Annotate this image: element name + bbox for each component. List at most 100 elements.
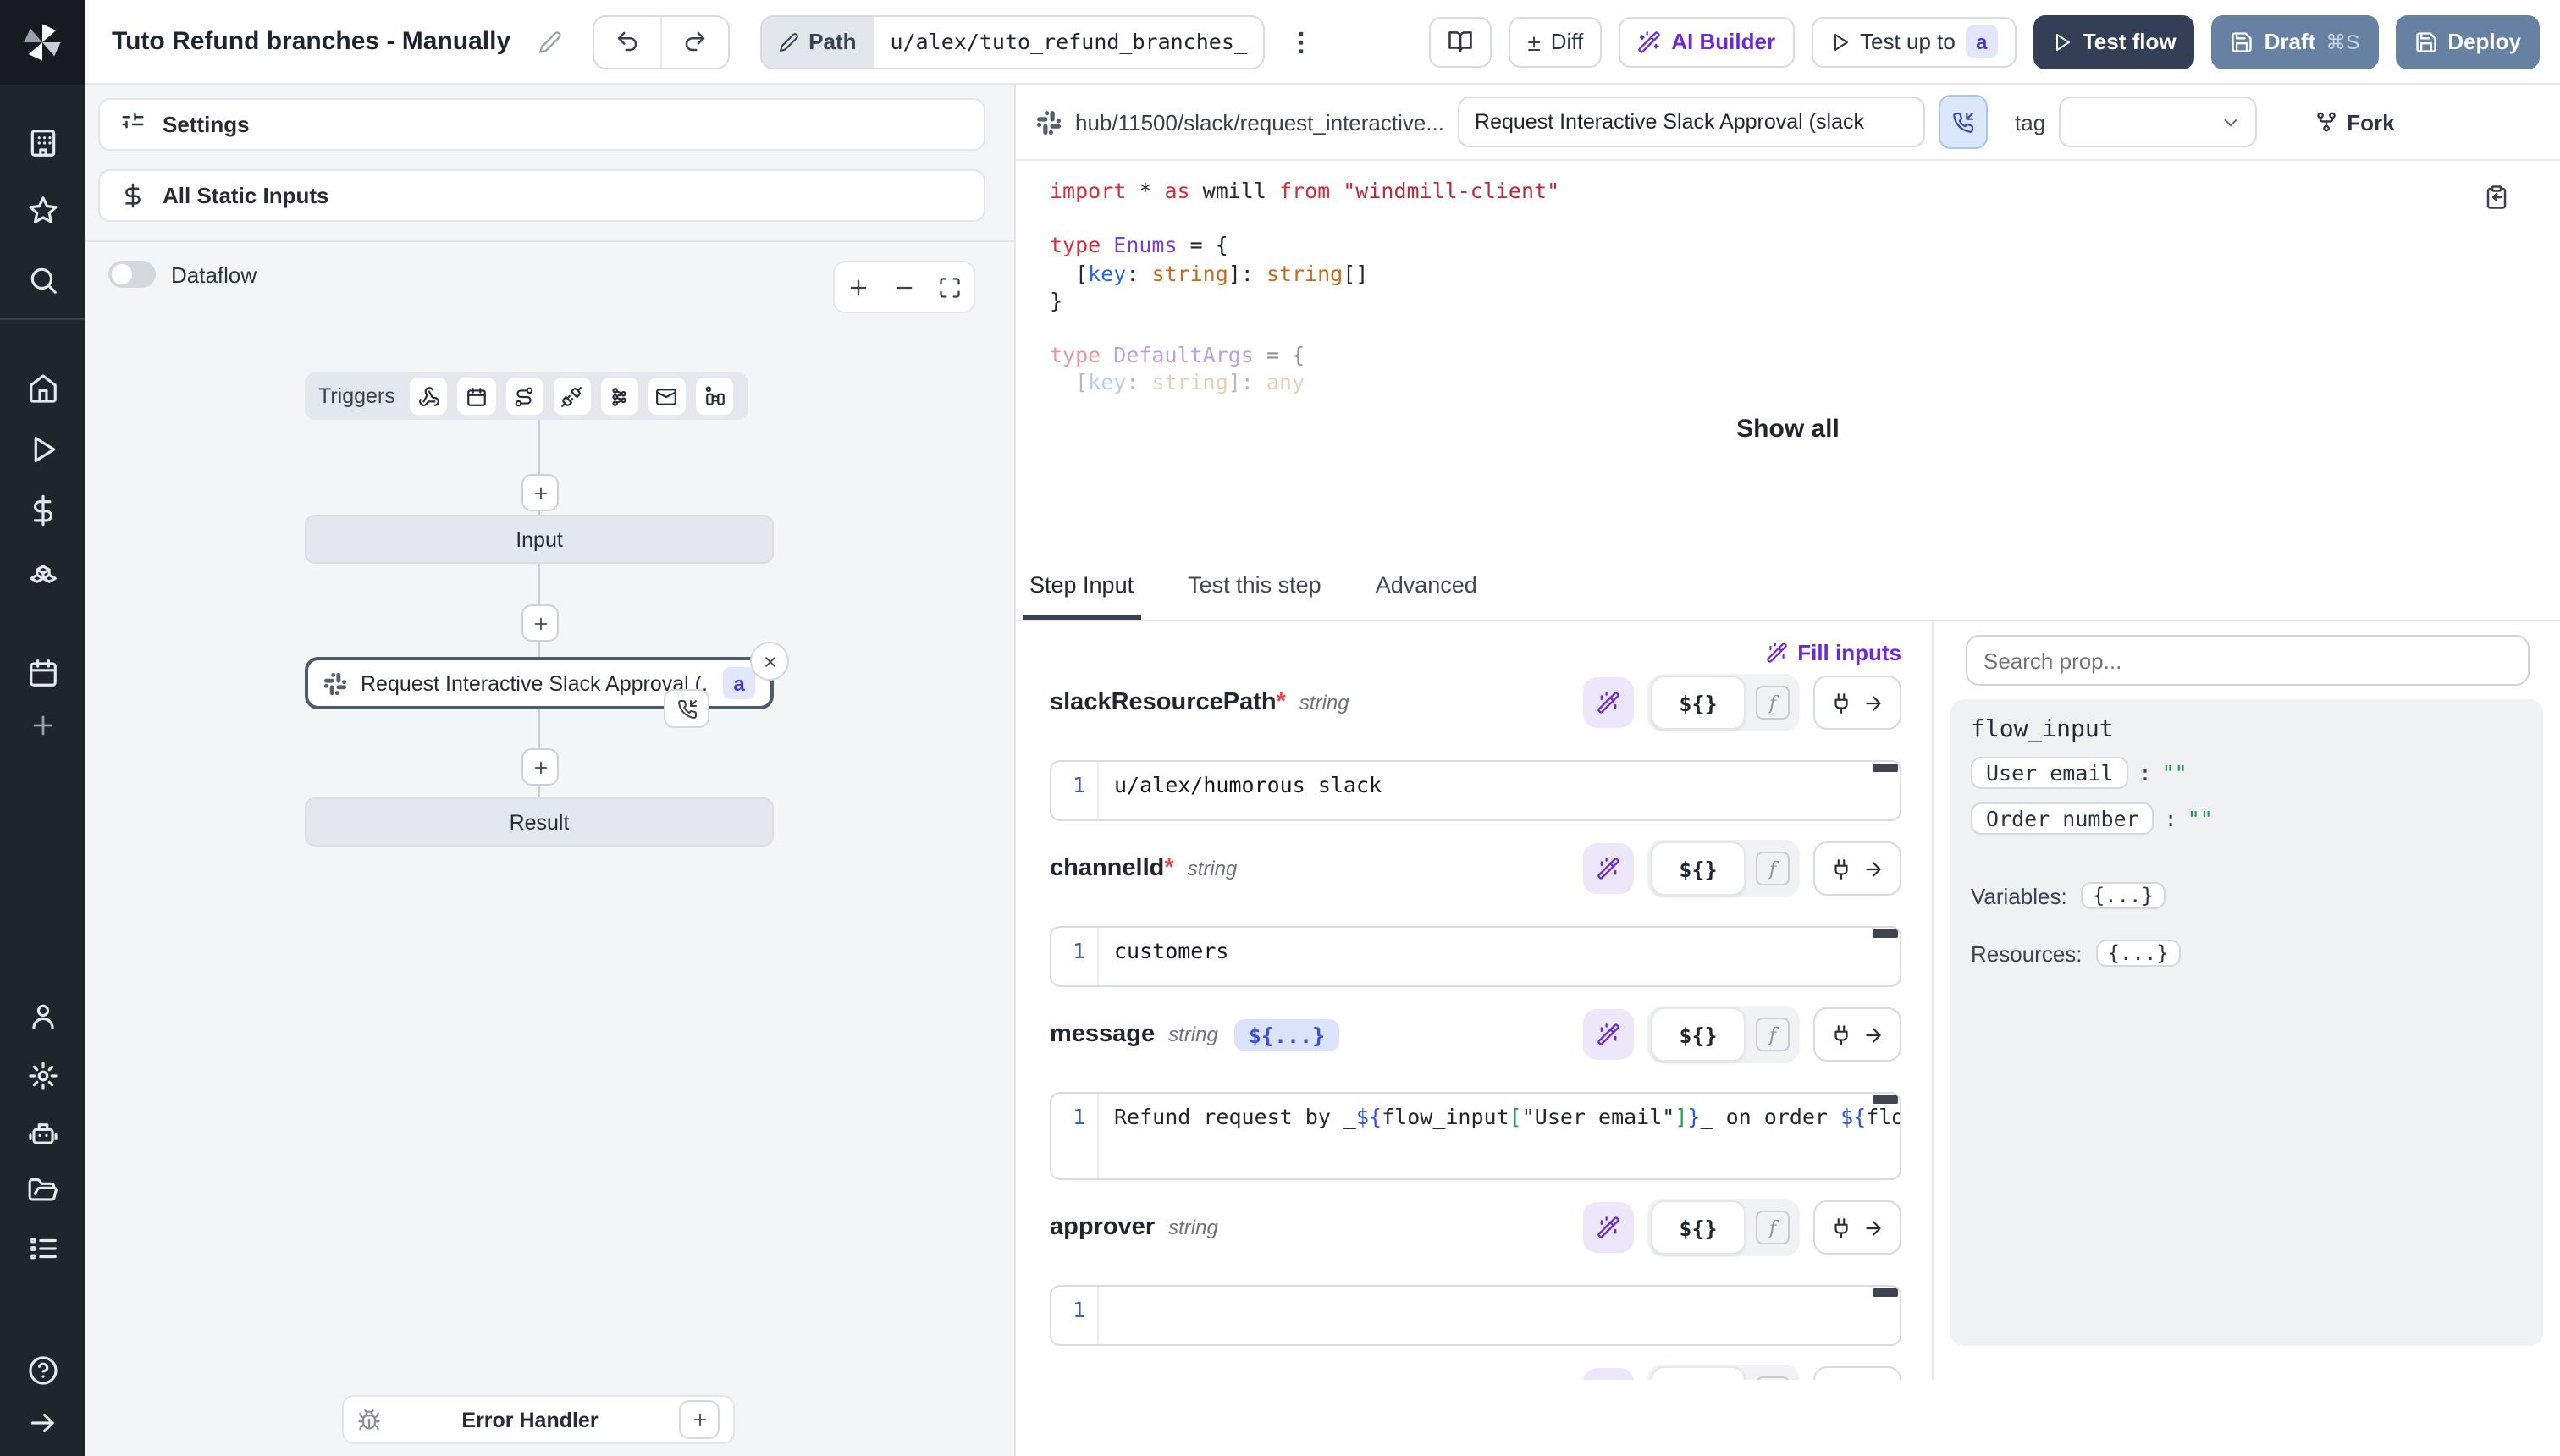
function-mode-icon[interactable]: f [1756,686,1790,720]
audit-logs-icon[interactable] [0,1227,85,1268]
hub-script-path[interactable]: hub/11500/slack/request_interactive... [1075,109,1444,135]
template-badge[interactable]: ${...} [1235,1018,1338,1051]
dataflow-toggle[interactable] [108,261,156,288]
field-editor-approver[interactable]: 1 [1050,1285,1901,1346]
field-editor-channelId[interactable]: 1 customers [1050,926,1901,987]
approval-phone-icon[interactable] [664,689,709,728]
variables-expand-chip[interactable]: {...} [2081,882,2166,909]
connect-result-button[interactable] [1813,841,1901,896]
add-menu-icon[interactable] [0,704,85,745]
add-step-button[interactable] [521,604,559,642]
tag-select[interactable] [2059,97,2257,147]
connect-result-button[interactable] [1813,1007,1901,1062]
add-error-handler-icon[interactable] [679,1400,720,1439]
fill-inputs-button[interactable]: Fill inputs [1050,631,1901,672]
field-editor-slackResourcePath[interactable]: 1 u/alex/humorous_slack [1050,760,1901,821]
diff-button[interactable]: ±Diff [1509,16,1602,67]
workers-robot-icon[interactable] [0,1112,85,1153]
path-field[interactable]: Path u/alex/tuto_refund_branches_ [759,14,1266,69]
function-mode-icon[interactable]: f [1756,852,1790,885]
tab-advanced[interactable]: Advanced [1372,572,1481,620]
resources-icon[interactable] [0,552,85,593]
deploy-button[interactable]: Deploy [2395,14,2540,69]
expand-sidebar-icon[interactable] [0,1402,85,1442]
webhook-trigger-icon[interactable] [409,376,450,416]
connect-result-button[interactable] [1813,1366,1901,1380]
function-mode-icon[interactable]: f [1756,1211,1790,1244]
docs-button[interactable] [1429,16,1492,67]
function-mode-icon[interactable]: f [1756,1018,1790,1051]
triggers-node[interactable]: Triggers [305,372,748,420]
path-value[interactable]: u/alex/tuto_refund_branches_ [874,16,1264,67]
variables-icon[interactable] [0,489,85,530]
schedules-icon[interactable] [0,652,85,692]
ai-fill-icon[interactable] [1583,1368,1634,1380]
search-icon[interactable] [0,259,85,300]
slack-approval-step-node[interactable]: Request Interactive Slack Approval (... … [305,657,774,709]
tab-step-input[interactable]: Step Input [1026,572,1137,620]
fork-button[interactable]: Fork [2314,109,2394,135]
delete-step-icon[interactable] [750,642,789,681]
prop-chip-order-number[interactable]: Order number [1971,802,2154,835]
field-value[interactable] [1099,1287,1900,1344]
flow-settings-button[interactable]: Settings [98,98,985,151]
input-node[interactable]: Input [305,515,774,564]
field-value[interactable]: Refund request by _${flow_input["User em… [1099,1094,1900,1178]
tab-test-this-step[interactable]: Test this step [1184,572,1325,620]
connect-result-button[interactable] [1813,676,1901,730]
show-all-button[interactable]: Show all [1016,415,2560,444]
http-route-trigger-icon[interactable] [504,376,544,416]
step-summary-input[interactable] [1458,97,1925,147]
test-flow-button[interactable]: Test flow [2033,14,2195,69]
editor-scrollbar[interactable] [1873,1095,1898,1104]
add-step-button[interactable] [521,748,559,786]
ai-fill-icon[interactable] [1583,1202,1634,1253]
zoom-out-icon[interactable] [892,275,916,299]
connect-result-button[interactable] [1813,1200,1901,1255]
all-static-inputs-button[interactable]: All Static Inputs [98,169,985,222]
search-prop-input[interactable] [1965,635,2529,686]
field-value[interactable]: customers [1099,928,1900,985]
help-icon[interactable] [0,1349,85,1390]
add-step-button[interactable] [521,474,559,511]
email-trigger-icon[interactable] [647,376,687,416]
folders-icon[interactable] [0,1170,85,1211]
editor-scrollbar[interactable] [1873,929,1898,938]
template-mode-button[interactable]: ${} [1651,841,1746,896]
template-mode-button[interactable]: ${} [1651,1200,1746,1255]
ai-builder-button[interactable]: AI Builder [1619,16,1794,67]
favorites-star-icon[interactable] [0,190,85,230]
kafka-trigger-icon[interactable] [599,376,640,416]
ai-fill-icon[interactable] [1583,843,1634,894]
resources-expand-chip[interactable]: {...} [2096,940,2181,967]
error-handler-node[interactable]: Error Handler [342,1395,735,1444]
test-up-to-button[interactable]: Test up to a [1811,16,2017,67]
runs-icon[interactable] [0,428,85,469]
schedule-trigger-icon[interactable] [456,376,497,416]
editor-scrollbar[interactable] [1873,764,1898,772]
approval-step-toggle[interactable] [1939,95,1988,149]
template-mode-button[interactable]: ${} [1651,676,1746,730]
more-menu-icon[interactable]: ⋮ [1283,16,1320,67]
workspace-icon[interactable] [0,122,85,163]
static-mode-button[interactable]: Static [1651,1366,1746,1380]
poll-trigger-icon[interactable] [694,376,735,416]
ai-fill-icon[interactable] [1583,1009,1634,1060]
undo-button[interactable] [593,16,659,67]
fit-view-icon[interactable] [939,275,963,299]
redo-button[interactable] [659,16,727,67]
draft-button[interactable]: Draft ⌘S [2212,14,2379,69]
settings-gear-icon[interactable] [0,1055,85,1095]
template-mode-button[interactable]: ${} [1651,1007,1746,1062]
home-icon[interactable] [0,367,85,408]
users-icon[interactable] [0,995,85,1036]
code-editor[interactable]: import * as wmill from "windmill-client"… [1016,161,2560,545]
function-mode-icon[interactable]: f [1756,1376,1790,1380]
zoom-in-icon[interactable] [846,275,869,299]
windmill-logo[interactable] [0,0,85,85]
field-value[interactable]: u/alex/humorous_slack [1099,762,1900,819]
websocket-trigger-icon[interactable] [551,376,592,416]
editor-scrollbar[interactable] [1873,1288,1898,1297]
result-node[interactable]: Result [305,797,774,847]
edit-title-icon[interactable] [538,30,561,53]
